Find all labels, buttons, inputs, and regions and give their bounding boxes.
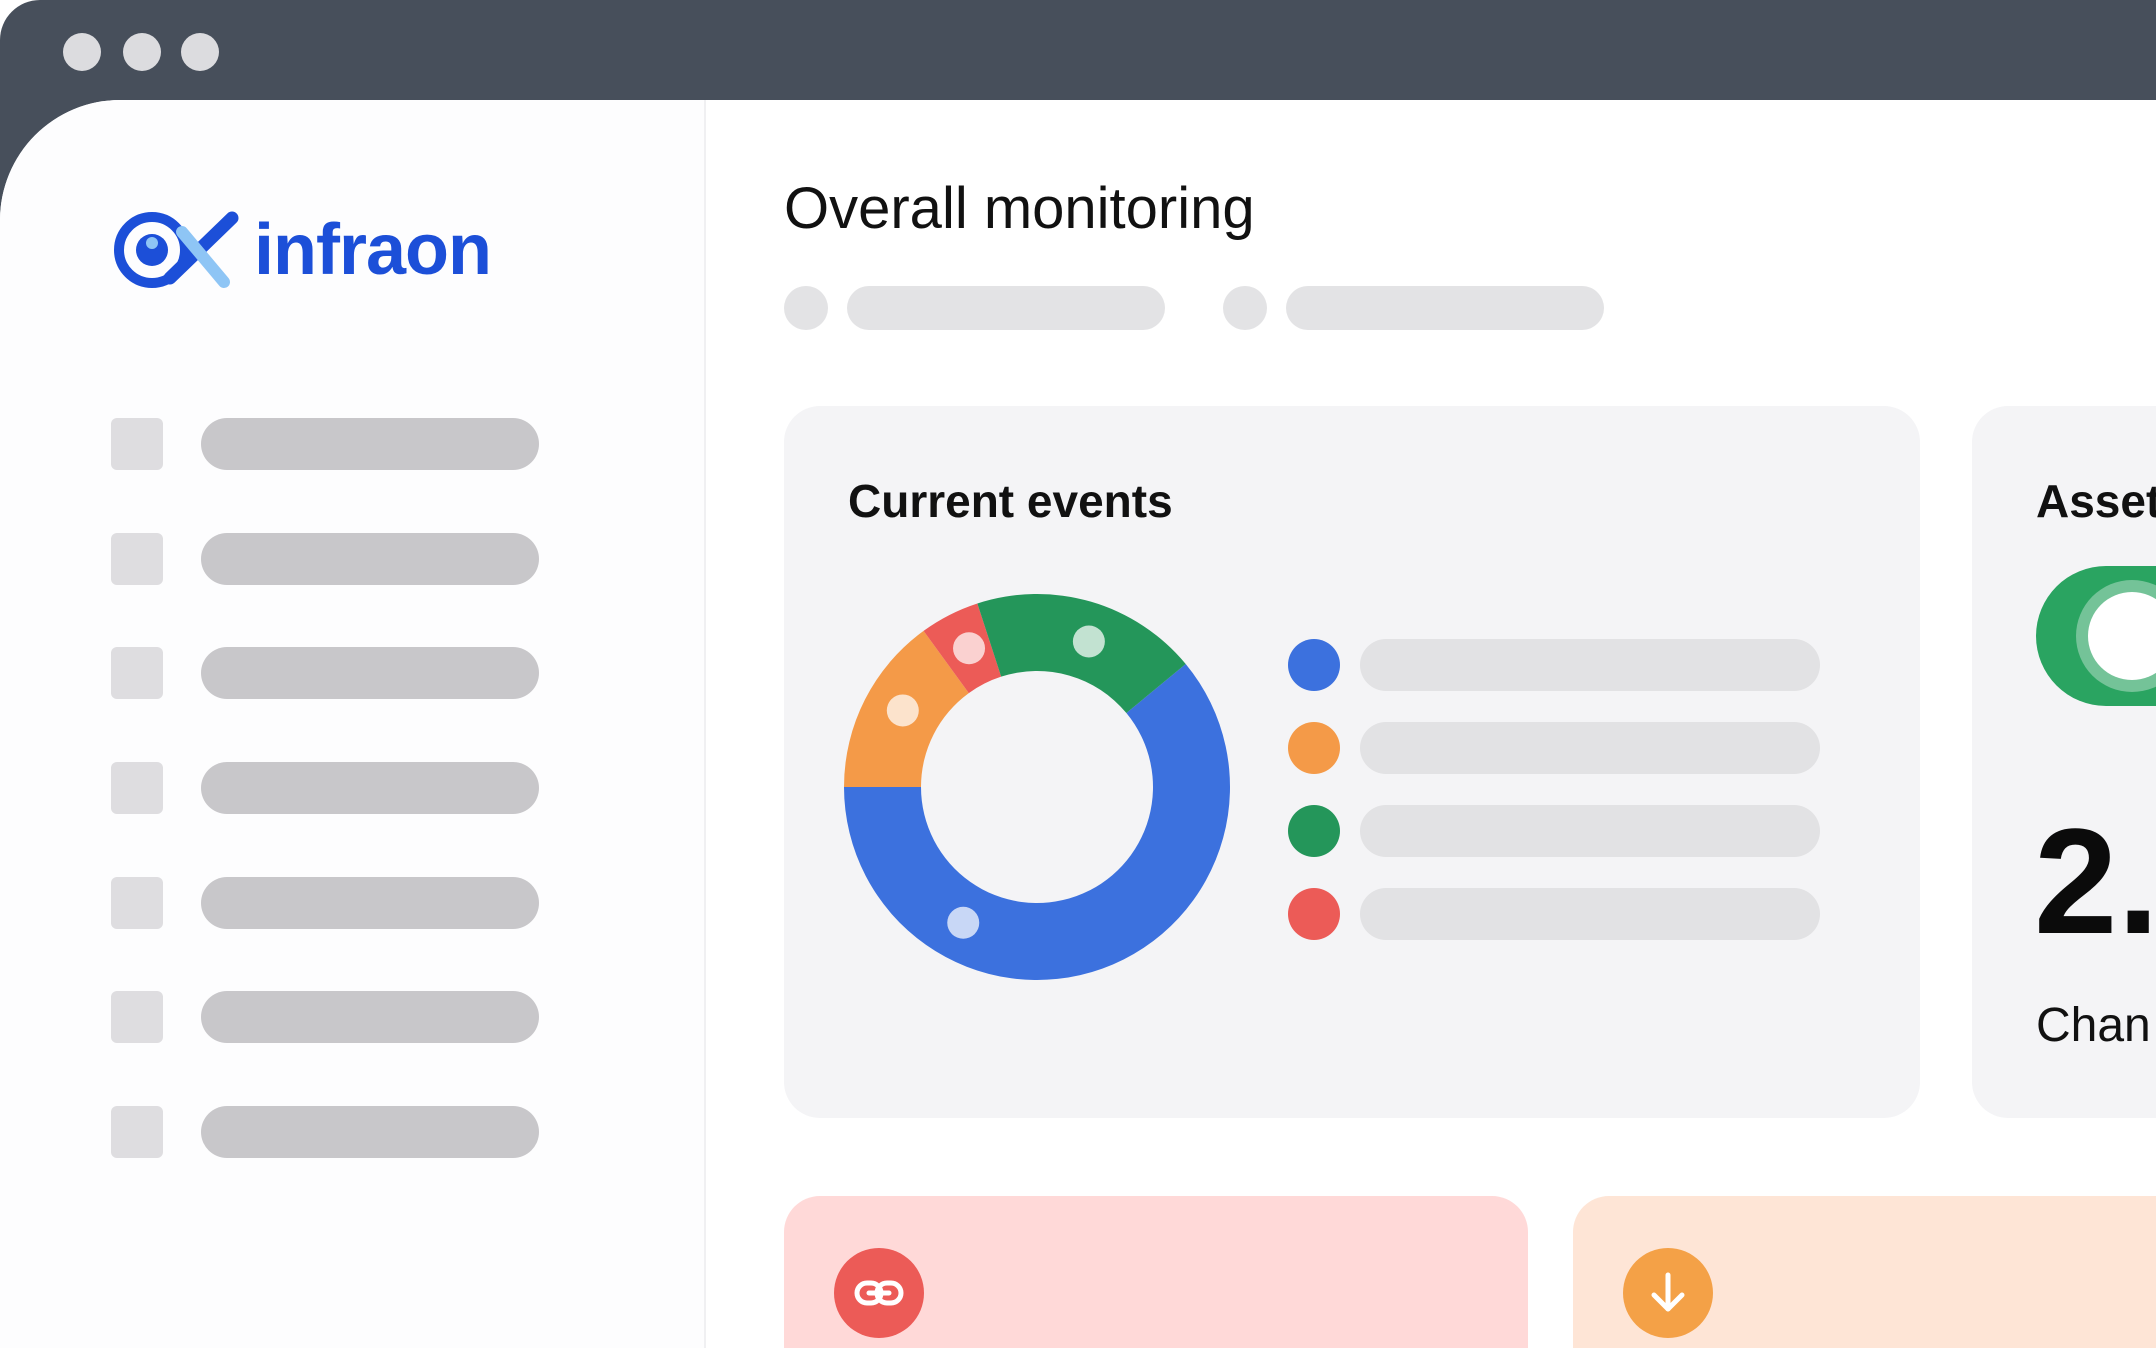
eye-x-logo-icon: [114, 211, 239, 288]
donut-segment-marker-4: [1072, 625, 1105, 658]
legend-item-2[interactable]: [1288, 722, 1820, 774]
sidebar-item-icon: [111, 647, 163, 699]
donut-segment-marker-1: [947, 906, 980, 939]
page-title: Overall monitoring: [784, 176, 1255, 241]
window-maximize-button[interactable]: [181, 33, 219, 71]
arrow-down-icon: [1651, 1272, 1685, 1312]
sidebar-item-label-placeholder: [201, 533, 539, 585]
window-close-button[interactable]: [63, 33, 101, 71]
current-events-donut-chart: [844, 594, 1230, 980]
sidebar-item-label-placeholder: [201, 418, 539, 470]
sidebar-item-4[interactable]: [111, 762, 541, 814]
assets-toggle[interactable]: [2036, 566, 2156, 706]
legend-label-placeholder: [1360, 805, 1820, 857]
sidebar: infraon: [0, 100, 706, 1348]
sidebar-item-label-placeholder: [201, 991, 539, 1043]
window-minimize-button[interactable]: [123, 33, 161, 71]
alert-tile-download[interactable]: [1573, 1196, 2156, 1348]
toggle-knob: [2088, 592, 2156, 680]
alert-tile-link[interactable]: [784, 1196, 1528, 1348]
sidebar-item-icon: [111, 1106, 163, 1158]
sidebar-item-6[interactable]: [111, 991, 541, 1043]
brand-name: infraon: [254, 210, 492, 290]
main-content: Overall monitoring Current events Asset …: [706, 100, 2156, 1348]
sidebar-item-icon: [111, 877, 163, 929]
donut-segment-marker-2: [886, 694, 919, 727]
legend-item-4[interactable]: [1288, 888, 1820, 940]
sidebar-item-2[interactable]: [111, 533, 541, 585]
legend-swatch: [1288, 639, 1340, 691]
legend-swatch: [1288, 722, 1340, 774]
sidebar-item-label-placeholder: [201, 877, 539, 929]
breadcrumb-icon-placeholder: [784, 286, 828, 330]
assets-value: 2.: [2034, 797, 2156, 965]
assets-title: Asset: [2036, 475, 2156, 527]
sidebar-item-icon: [111, 762, 163, 814]
legend-label-placeholder: [1360, 722, 1820, 774]
sidebar-item-1[interactable]: [111, 418, 541, 470]
sidebar-item-icon: [111, 991, 163, 1043]
link-icon: [854, 1280, 904, 1306]
legend-item-1[interactable]: [1288, 639, 1820, 691]
legend-label-placeholder: [1360, 888, 1820, 940]
assets-caption: Chan: [2036, 999, 2151, 1052]
browser-window: infraon Overall monitoring Current event…: [0, 0, 2156, 1348]
sidebar-item-5[interactable]: [111, 877, 541, 929]
arrow-down-icon[interactable]: [1623, 1248, 1713, 1338]
legend-swatch: [1288, 888, 1340, 940]
donut-segment-marker-3: [953, 632, 986, 665]
sidebar-item-label-placeholder: [201, 762, 539, 814]
legend-label-placeholder: [1360, 639, 1820, 691]
current-events-title: Current events: [848, 475, 1173, 527]
breadcrumb-placeholder[interactable]: [847, 286, 1165, 330]
app-content: infraon Overall monitoring Current event…: [0, 100, 2156, 1348]
legend-swatch: [1288, 805, 1340, 857]
sidebar-item-label-placeholder: [201, 1106, 539, 1158]
sidebar-item-icon: [111, 533, 163, 585]
sidebar-item-7[interactable]: [111, 1106, 541, 1158]
link-icon[interactable]: [834, 1248, 924, 1338]
brand-logo[interactable]: infraon: [112, 210, 492, 290]
breadcrumb-placeholder[interactable]: [1286, 286, 1604, 330]
breadcrumb-icon-placeholder: [1223, 286, 1267, 330]
sidebar-item-label-placeholder: [201, 647, 539, 699]
legend-item-3[interactable]: [1288, 805, 1820, 857]
sidebar-item-icon: [111, 418, 163, 470]
sidebar-item-3[interactable]: [111, 647, 541, 699]
current-events-card: Current events: [784, 406, 1920, 1118]
assets-card: Asset 2. Chan: [1972, 406, 2156, 1118]
